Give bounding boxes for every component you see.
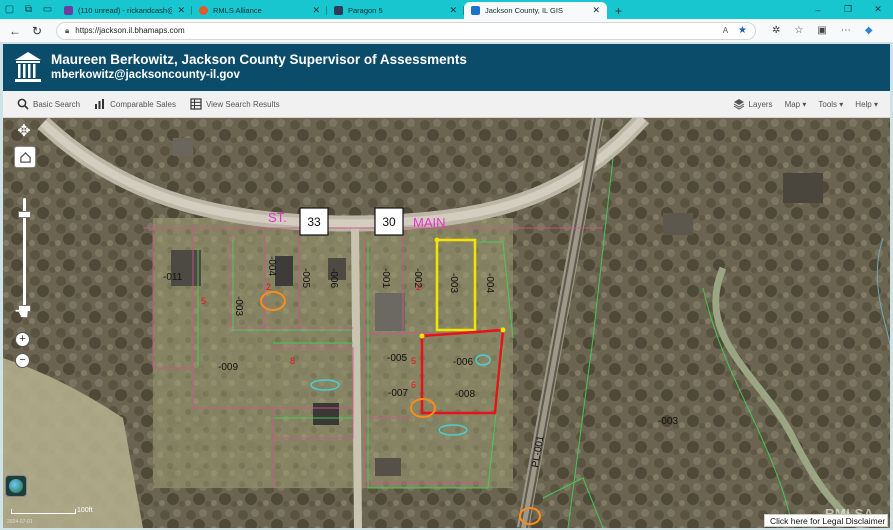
parcel-label: -005 [387,353,407,364]
help-menu[interactable]: Help ▾ [855,100,878,109]
close-window-button[interactable]: ✕ [863,0,893,19]
copilot-icon[interactable]: ◆ [865,25,873,36]
parcel-label: -009 [218,362,238,373]
extensions-icon[interactable]: ✲ [772,25,780,36]
map-canvas[interactable]: 33 30 ST. MAIN -011 -003 -004 -005 -006 … [3,118,890,528]
parcel-label: -006 [328,268,339,288]
svg-text:6: 6 [411,380,416,390]
view-results-label: View Search Results [205,99,280,109]
svg-text:2: 2 [266,282,271,292]
close-tab-icon[interactable]: ✕ [177,5,185,16]
new-tab-button[interactable]: + [607,2,630,19]
close-tab-icon[interactable]: ✕ [449,5,457,16]
favorite-star-icon[interactable]: ★ [738,25,747,36]
layers-icon [733,99,744,110]
more-menu-icon[interactable]: ⋯ [841,25,851,36]
street-label-st: ST. [268,210,287,225]
parcel-label: -011 [163,272,183,283]
app-header: Maureen Berkowitz, Jackson County Superv… [3,44,890,91]
browser-tab-gis[interactable]: Jackson County, IL GIS ✕ [464,2,607,19]
back-arrow-icon[interactable]: ← [4,24,26,38]
browser-tab-rmls[interactable]: RMLS Alliance ✕ [192,2,327,19]
home-extent-button[interactable] [14,146,36,168]
maximize-button[interactable]: ❐ [833,0,863,19]
street-label-main: MAIN [413,215,446,230]
parcel-label: -003 [658,416,678,427]
layers-label: Layers [748,99,773,109]
hand-cursor-icon: ☚ [14,304,30,323]
page-title: Maureen Berkowitz, Jackson County Superv… [51,52,467,67]
bar-chart-icon [95,99,105,109]
window-controls: – ❐ ✕ [803,0,893,19]
pan-arrows-icon[interactable]: ✥ [13,120,35,142]
home-icon [19,151,31,163]
basic-search-button[interactable]: Basic Search [17,98,80,110]
gis-favicon-icon [471,6,480,15]
contact-email[interactable]: mberkowitz@jacksoncounty-il.gov [51,68,467,83]
svg-text:5: 5 [201,296,206,306]
browser-tab-mail[interactable]: (110 unread) - rickandcash@att.n ✕ [57,2,192,19]
collections-icon[interactable]: ▣ [817,25,826,36]
map-menu[interactable]: Map ▾ [785,100,807,109]
imagery-date: 2024-07-01 [7,519,33,525]
rmls-favicon-icon [199,6,208,15]
aerial-imagery: 33 30 ST. MAIN -011 -003 -004 -005 -006 … [3,118,890,528]
tab-title: (110 unread) - rickandcash@att.n [78,6,172,15]
table-icon [190,98,202,110]
zoom-slider-handle[interactable] [18,211,31,218]
parcel-label: -005 [300,268,311,288]
parcel-label: -004 [484,273,495,293]
browser-profile-icon[interactable]: ▢ [0,0,19,19]
route-label: 33 [307,215,321,229]
parcel-label: -008 [455,389,475,400]
svg-text:8: 8 [290,356,295,366]
close-tab-icon[interactable]: ✕ [312,5,320,16]
lock-icon[interactable]: 🔒︎ [65,26,69,36]
zoom-in-button[interactable]: + [15,332,30,347]
parcel-label: -006 [453,357,473,368]
scale-label: 100ft [77,507,93,514]
read-aloud-icon[interactable]: A [723,26,728,35]
tools-menu[interactable]: Tools ▾ [818,100,843,109]
mail-favicon-icon [64,6,73,15]
layers-button[interactable]: Layers [733,98,773,110]
legal-disclaimer-link[interactable]: Click here for Legal Disclaimer [764,514,888,527]
refresh-icon[interactable]: ↻ [26,24,48,38]
browser-toolbar-icons: ✲ ☆ ▣ ⋯ ◆ [772,25,873,36]
favorites-icon[interactable]: ☆ [794,25,803,36]
parcel-label: -003 [233,296,244,316]
browser-tab-strip: ▢ ⧉ ▭ (110 unread) - rickandcash@att.n ✕… [0,0,893,19]
tab-title: Paragon 5 [348,6,383,15]
search-icon [17,98,29,110]
parcel-label: -003 [448,273,459,293]
browser-tab-paragon[interactable]: Paragon 5 ✕ [327,2,464,19]
tab-title: RMLS Alliance [213,6,262,15]
app-toolbar: Basic Search Comparable Sales View Searc… [3,91,890,118]
svg-text:5: 5 [411,356,416,366]
url-text: https://jackson.il.bhamaps.com [75,26,185,35]
zoom-out-button[interactable]: − [15,353,30,368]
route-label: 30 [382,215,396,229]
close-tab-icon[interactable]: ✕ [592,5,600,16]
minimize-button[interactable]: – [803,0,833,19]
svg-text:2: 2 [416,282,421,292]
tab-actions-icon[interactable]: ▭ [38,0,57,19]
view-search-results-button[interactable]: View Search Results [190,98,280,110]
parcel-label: -007 [388,388,408,399]
comparable-sales-label: Comparable Sales [110,99,176,109]
paragon-favicon-icon [334,6,343,15]
url-field[interactable]: 🔒︎ https://jackson.il.bhamaps.com A ★ [56,21,756,40]
workspaces-icon[interactable]: ⧉ [19,0,38,19]
parcel-label: -001 [380,268,391,288]
route-shield-33: 33 [299,207,329,236]
parcel-label: -004 [266,256,277,276]
globe-icon [9,479,23,493]
basemap-toggle[interactable] [5,475,27,497]
tab-title: Jackson County, IL GIS [485,6,563,15]
comparable-sales-button[interactable]: Comparable Sales [94,98,176,110]
basic-search-label: Basic Search [33,99,81,109]
route-shield-30: 30 [374,207,404,236]
address-bar: ← ↻ 🔒︎ https://jackson.il.bhamaps.com A … [0,19,893,43]
courthouse-logo-icon [15,51,41,82]
